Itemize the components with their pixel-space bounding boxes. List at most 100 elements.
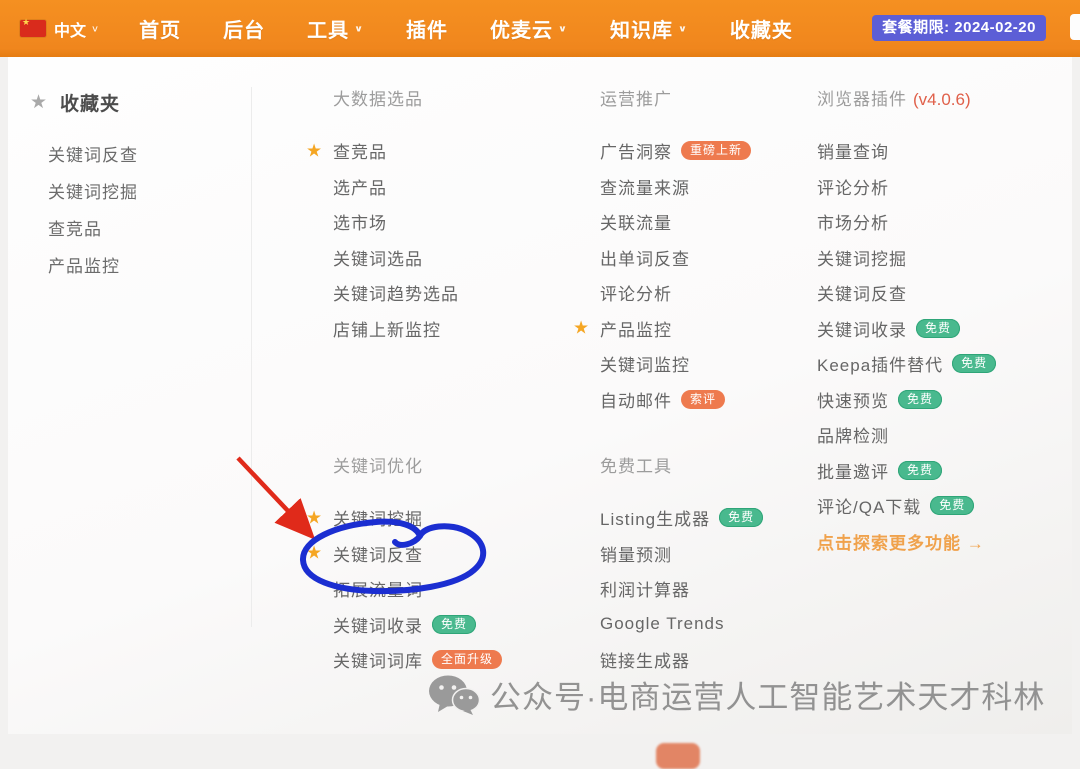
badge: 免费 xyxy=(952,354,996,373)
menu-item[interactable]: 关键词趋势选品 xyxy=(333,275,459,311)
menu-item-label: 快速预览 xyxy=(817,387,889,412)
menu-item[interactable]: 利润计算器 xyxy=(600,571,763,607)
favorites-item[interactable]: 查竞品 xyxy=(48,209,138,246)
nav-item[interactable]: 优麦云 ∨ xyxy=(490,14,568,43)
menu-group-title: 浏览器插件(v4.0.6) xyxy=(817,88,996,112)
menu-item[interactable]: 选市场 xyxy=(333,204,459,240)
menu-item-label: 广告洞察 xyxy=(600,138,672,163)
menu-item-label: 关键词选品 xyxy=(333,245,423,270)
badge: 重磅上新 xyxy=(681,141,751,160)
menu-item-label: 关键词词库 xyxy=(333,647,423,672)
favorites-item[interactable]: 产品监控 xyxy=(48,246,138,283)
nav-item[interactable]: 知识库 ∨ xyxy=(610,14,688,43)
menu-group-title: 运营推广 xyxy=(600,88,751,112)
menu-group: 运营推广广告洞察重磅上新查流量来源关联流量出单词反查评论分析★产品监控关键词监控… xyxy=(600,88,751,417)
menu-item-label: 关键词反查 xyxy=(333,541,423,566)
nav-item-label: 知识库 xyxy=(610,14,673,43)
star-icon[interactable]: ★ xyxy=(306,507,323,528)
watermark: 公众号·电商运营人工智能艺术天才科林 xyxy=(428,672,1045,717)
badge: 免费 xyxy=(930,496,974,515)
menu-group: 关键词优化★关键词挖掘★关键词反查拓展流量词关键词收录免费关键词词库全面升级 xyxy=(333,455,502,678)
nav-item-label: 工具 xyxy=(307,14,349,43)
menu-item-label: 关键词收录 xyxy=(333,612,423,637)
menu-item-label: 关键词挖掘 xyxy=(817,245,907,270)
menu-group: 大数据选品★查竞品选产品选市场关键词选品关键词趋势选品店铺上新监控 xyxy=(333,88,459,346)
menu-item[interactable]: ★关键词挖掘 xyxy=(333,500,502,536)
menu-item[interactable]: 广告洞察重磅上新 xyxy=(600,133,751,169)
chevron-down-icon: ∨ xyxy=(558,23,568,33)
nav-item[interactable]: 后台 xyxy=(223,14,265,43)
menu-item-label: 市场分析 xyxy=(817,209,889,234)
menu-item[interactable]: 关键词收录免费 xyxy=(817,311,996,347)
favorites-item[interactable]: 关键词挖掘 xyxy=(48,172,138,209)
menu-group: 浏览器插件(v4.0.6) 销量查询评论分析市场分析关键词挖掘关键词反查关键词收录… xyxy=(817,88,996,559)
menu-item[interactable]: 店铺上新监控 xyxy=(333,311,459,347)
menu-item[interactable]: 评论分析 xyxy=(600,275,751,311)
badge: 免费 xyxy=(898,390,942,409)
watermark-text: 公众号·电商运营人工智能艺术天才科林 xyxy=(490,672,1045,717)
tools-mega-menu: ★ 收藏夹 关键词反查关键词挖掘查竞品产品监控 大数据选品★查竞品选产品选市场关… xyxy=(8,57,1072,734)
star-icon[interactable]: ★ xyxy=(306,140,323,161)
explore-more-link[interactable]: 点击探索更多功能 → xyxy=(817,524,996,560)
menu-item[interactable]: 评论分析 xyxy=(817,169,996,205)
nav-item[interactable]: 收藏夹 xyxy=(730,14,793,43)
menu-item[interactable]: ★关键词反查 xyxy=(333,536,502,572)
plan-expiry-badge: 套餐期限: 2024-02-20 xyxy=(872,15,1046,41)
menu-item-label: 链接生成器 xyxy=(600,647,690,672)
menu-item[interactable]: 评论/QA下载免费 xyxy=(817,488,996,524)
menu-item[interactable]: Google Trends xyxy=(600,607,763,643)
menu-item[interactable]: 选产品 xyxy=(333,169,459,205)
menu-item-label: 评论/QA下载 xyxy=(817,493,921,518)
menu-item[interactable]: 批量邀评免费 xyxy=(817,453,996,489)
menu-item[interactable]: 销量预测 xyxy=(600,536,763,572)
menu-item[interactable]: 关键词反查 xyxy=(817,275,996,311)
menu-item-label: 出单词反查 xyxy=(600,245,690,270)
star-icon[interactable]: ★ xyxy=(573,318,590,339)
badge: 免费 xyxy=(432,615,476,634)
menu-item-label: 店铺上新监控 xyxy=(333,316,441,341)
menu-item-label: 关键词挖掘 xyxy=(333,505,423,530)
menu-item-label: 评论分析 xyxy=(817,174,889,199)
menu-item[interactable]: Listing生成器免费 xyxy=(600,500,763,536)
menu-item[interactable]: 市场分析 xyxy=(817,204,996,240)
main-nav: 首页 后台 工具 ∨ 插件 优麦云 ∨ 知识库 ∨ 收藏夹 xyxy=(139,14,793,43)
menu-item-label: 查流量来源 xyxy=(600,174,690,199)
menu-item[interactable]: 销量查询 xyxy=(817,133,996,169)
nav-item[interactable]: 插件 xyxy=(406,14,448,43)
favorites-title: 收藏夹 xyxy=(60,89,120,116)
favorites-item[interactable]: 关键词反查 xyxy=(48,135,138,172)
menu-group-title: 关键词优化 xyxy=(333,455,502,479)
star-icon[interactable]: ★ xyxy=(306,543,323,564)
language-switcher[interactable]: 中文 ∨ xyxy=(20,17,99,41)
menu-item[interactable]: Keepa插件替代免费 xyxy=(817,346,996,382)
badge: 免费 xyxy=(916,319,960,338)
menu-item[interactable]: 出单词反查 xyxy=(600,240,751,276)
menu-item[interactable]: 快速预览免费 xyxy=(817,382,996,418)
menu-item-label: 关键词反查 xyxy=(817,280,907,305)
chevron-down-icon: ∨ xyxy=(678,23,688,33)
menu-item[interactable]: 拓展流量词 xyxy=(333,571,502,607)
menu-item[interactable]: 品牌检测 xyxy=(817,417,996,453)
menu-item[interactable]: 查流量来源 xyxy=(600,169,751,205)
chevron-down-icon: ∨ xyxy=(354,23,364,33)
menu-item[interactable]: ★查竞品 xyxy=(333,133,459,169)
language-label: 中文 xyxy=(54,17,86,41)
menu-item-label: 关键词趋势选品 xyxy=(333,280,459,305)
menu-item[interactable]: 关键词选品 xyxy=(333,240,459,276)
menu-item-label: 自动邮件 xyxy=(600,387,672,412)
nav-item-label: 优麦云 xyxy=(490,14,553,43)
badge: 免费 xyxy=(719,508,763,527)
menu-item[interactable]: ★产品监控 xyxy=(600,311,751,347)
menu-item[interactable]: 自动邮件索评 xyxy=(600,382,751,418)
wechat-icon xyxy=(428,674,480,716)
menu-item[interactable]: 关键词监控 xyxy=(600,346,751,382)
menu-item-label: 利润计算器 xyxy=(600,576,690,601)
menu-item[interactable]: 关联流量 xyxy=(600,204,751,240)
china-flag-icon xyxy=(20,20,46,37)
badge: 索评 xyxy=(681,390,725,409)
menu-item[interactable]: 关键词挖掘 xyxy=(817,240,996,276)
menu-item[interactable]: 关键词收录免费 xyxy=(333,607,502,643)
nav-item[interactable]: 工具 ∨ xyxy=(307,14,364,43)
nav-item[interactable]: 首页 xyxy=(139,14,181,43)
menu-item-label: 品牌检测 xyxy=(817,422,889,447)
